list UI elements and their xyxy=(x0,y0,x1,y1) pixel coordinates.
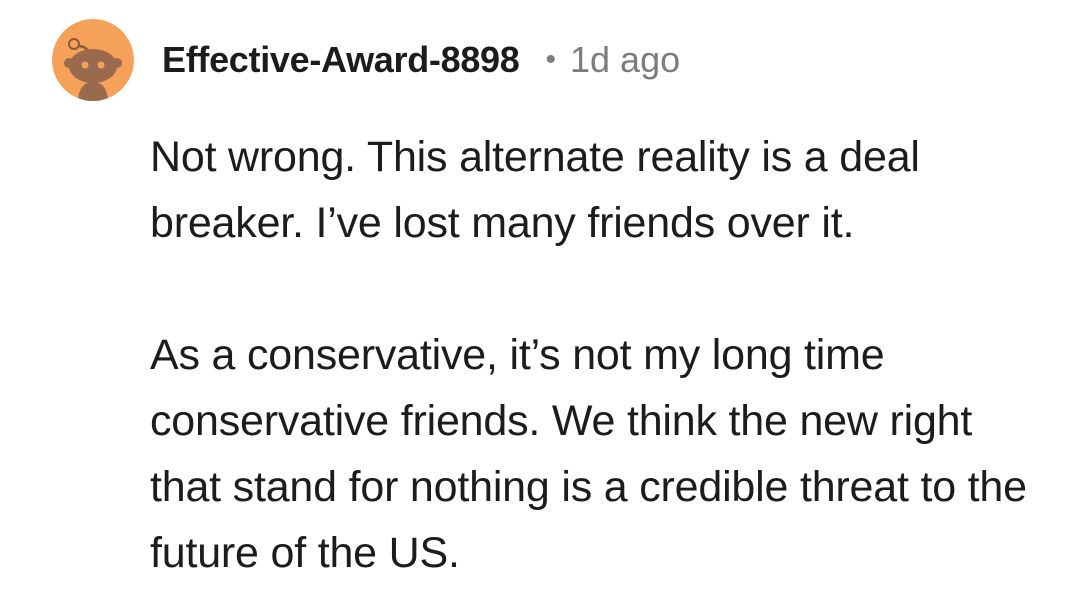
comment-body: Not wrong. This alternate reality is a d… xyxy=(150,124,1050,586)
avatar[interactable] xyxy=(52,19,134,101)
comment-card: Effective-Award-8898 • 1d ago Not wrong.… xyxy=(0,0,1080,596)
comment-paragraph: As a conservative, it’s not my long time… xyxy=(150,331,1027,577)
reddit-snoo-avatar-icon xyxy=(52,19,134,101)
comment-paragraph: Not wrong. This alternate reality is a d… xyxy=(150,133,920,247)
separator-dot: • xyxy=(545,43,557,76)
comment-header: Effective-Award-8898 • 1d ago xyxy=(52,18,680,102)
username[interactable]: Effective-Award-8898 xyxy=(162,39,520,81)
timestamp: 1d ago xyxy=(570,39,681,80)
